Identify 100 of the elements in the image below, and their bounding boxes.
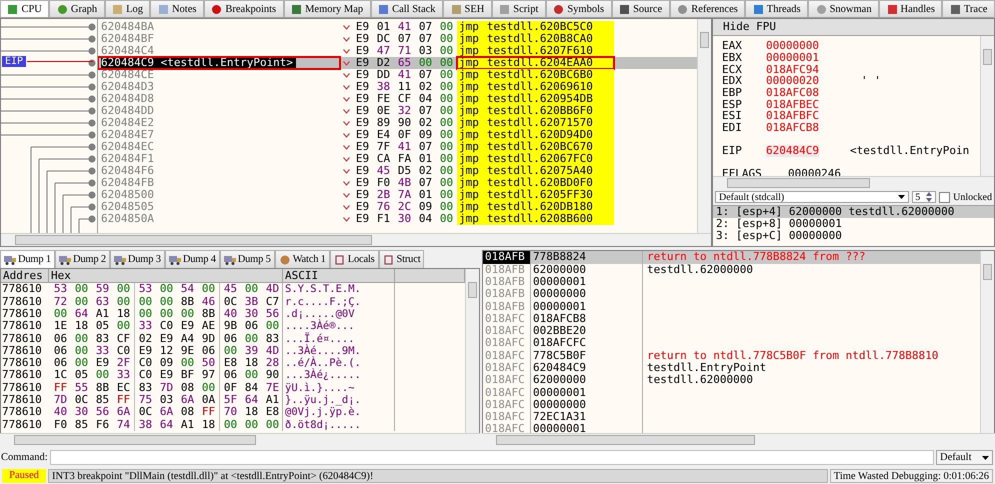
- tab[interactable]: Watch 1: [274, 250, 330, 268]
- register-value[interactable]: 018AFC94: [766, 64, 861, 76]
- vertical-scrollbar[interactable]: [980, 36, 994, 176]
- byte-value: E9: [94, 357, 110, 370]
- instruction-row[interactable]: 620484DD E9 0E 32 07 00 jmp testdll.620BB6F0: [98, 105, 697, 118]
- byte-value: CA: [376, 153, 392, 166]
- register-value[interactable]: 018AFBFC: [766, 110, 861, 122]
- instruction-row[interactable]: 620484CE E9 DD 41 07 00 jmp testdll.620BC6B0: [98, 69, 697, 82]
- horizontal-scrollbar[interactable]: [482, 433, 995, 446]
- instruction-row[interactable]: 620484BA E9 01 41 07 00 jmp testdll.620BC5C0: [98, 21, 697, 34]
- tab[interactable]: Dump 5: [220, 250, 275, 268]
- tab[interactable]: Dump 4: [164, 250, 220, 268]
- instruction-row[interactable]: 620484F6 E9 45 D5 02 00 jmp testdll.62075A40: [98, 165, 697, 178]
- byte-value: 18: [244, 357, 260, 370]
- byte-value: 00: [438, 213, 454, 226]
- byte-value: AE: [198, 320, 220, 333]
- byte-value: 76: [376, 201, 392, 214]
- tab[interactable]: Log: [104, 0, 150, 18]
- byte-value: C7: [264, 296, 280, 308]
- register-comment: <testdll.EntryPoin: [850, 144, 970, 157]
- instruction-row[interactable]: 620484FB E9 F0 4B 07 00 jmp testdll.620BD0F0: [98, 177, 697, 190]
- register-value[interactable]: 018AFCB8: [766, 122, 861, 134]
- instruction-row[interactable]: 620484C9 <testdll.EntryPoint> E9 D2 65 00 00 jmp testdll.6204EAA0: [98, 57, 697, 70]
- byte-value: CF: [113, 332, 135, 345]
- tab[interactable]: Snowman: [808, 0, 880, 18]
- byte-value: 00: [438, 33, 454, 46]
- tab[interactable]: Script: [492, 0, 546, 18]
- horizontal-scrollbar[interactable]: [713, 176, 994, 190]
- tab[interactable]: Breakpoints: [204, 0, 284, 18]
- horizontal-scrollbar[interactable]: [1, 233, 711, 246]
- argument-row[interactable]: 2: [esp+8] 00000001: [713, 218, 994, 230]
- command-input[interactable]: [50, 450, 934, 466]
- tab[interactable]: Trace: [942, 0, 995, 18]
- instruction-row[interactable]: 62048505 E9 76 2C 09 00 jmp testdll.620DB180: [98, 201, 697, 214]
- byte-value: 06: [52, 332, 68, 345]
- instruction-row[interactable]: 620484F1 E9 CA FA 01 00 jmp testdll.62067FC0: [98, 153, 697, 166]
- address-cell[interactable]: 018AFB: [483, 251, 531, 264]
- tab[interactable]: References: [670, 0, 746, 18]
- tab[interactable]: Symbols: [546, 0, 612, 18]
- tab[interactable]: Graph: [49, 0, 105, 18]
- operand: testdll.620B8CA0: [480, 33, 614, 46]
- tab[interactable]: Locals: [330, 250, 379, 268]
- register-value[interactable]: 00000000: [766, 40, 861, 52]
- tab[interactable]: Dump 3: [110, 250, 165, 268]
- tab[interactable]: Notes: [150, 0, 204, 18]
- byte-value: C0: [138, 357, 154, 370]
- column-header[interactable]: Hex: [49, 269, 283, 282]
- column-header[interactable]: Addres: [1, 269, 49, 282]
- calling-convention-dropdown[interactable]: Default (stdcall): [715, 191, 910, 204]
- instruction-row[interactable]: 6204850A E9 F1 30 04 00 jmp testdll.6208B600: [98, 213, 697, 226]
- byte-value: 06: [198, 344, 220, 358]
- horizontal-scrollbar[interactable]: [0, 433, 480, 446]
- instruction-row[interactable]: 620484D8 E9 FE CF 04 00 jmp testdll.620954DB: [98, 93, 697, 106]
- tab[interactable]: Memory Map: [284, 0, 371, 18]
- tab[interactable]: Call Stack: [370, 0, 444, 18]
- register-value[interactable]: 00000020: [766, 75, 861, 88]
- unlocked-checkbox[interactable]: Unlocked: [939, 192, 992, 203]
- instruction-row[interactable]: 620484D3 E9 38 11 02 00 jmp testdll.62069610: [98, 81, 697, 94]
- vertical-scrollbar[interactable]: [697, 19, 711, 234]
- byte-value: 40: [222, 308, 238, 320]
- byte-value: 0C: [74, 394, 90, 406]
- argument-row[interactable]: 3: [esp+C] 00000000: [713, 230, 994, 242]
- tab[interactable]: SEH: [443, 0, 492, 18]
- stack-value: 00000000: [531, 398, 643, 412]
- byte-value: E9: [354, 45, 370, 58]
- register-value[interactable]: 018AFBEC: [766, 98, 861, 110]
- tab[interactable]: Source: [612, 0, 670, 18]
- byte-value: 41: [396, 69, 412, 82]
- instruction-row[interactable]: 620484E2 E9 89 90 02 00 jmp testdll.62071570: [98, 117, 697, 130]
- register-value[interactable]: 018AFC08: [766, 87, 861, 99]
- address-cell-text: 620484F6: [101, 165, 155, 178]
- tab[interactable]: Dump 1: [0, 250, 55, 268]
- tab[interactable]: Threads: [745, 0, 808, 18]
- tab[interactable]: Struct: [378, 250, 424, 268]
- argument-row[interactable]: 1: [esp+4] 62000000 testdll.62000000: [713, 206, 994, 218]
- register-value[interactable]: 00000246: [788, 168, 883, 176]
- byte-value: 4D: [264, 344, 280, 358]
- byte-value: 00: [52, 308, 68, 320]
- instruction-row[interactable]: 620484C4 E9 47 71 03 00 jmp testdll.6207F610: [98, 45, 697, 58]
- byte-value: 02: [418, 165, 434, 178]
- tab[interactable]: CPU: [0, 0, 50, 18]
- byte-value: 7D: [158, 382, 174, 394]
- instruction-row[interactable]: 620484BF E9 DC 07 07 00 jmp testdll.620B8CA0: [98, 33, 697, 46]
- instruction-row[interactable]: 62048500 E9 2B 7A 01 00 jmp testdll.6205FF30: [98, 189, 697, 202]
- byte-value: 00: [438, 141, 454, 154]
- instruction-row[interactable]: 620484EC E9 7F 41 07 00 jmp testdll.620BC670: [98, 141, 697, 154]
- vertical-scrollbar[interactable]: [465, 269, 479, 434]
- vertical-scrollbar[interactable]: [980, 251, 994, 434]
- argument-count-spinbox[interactable]: 5: [912, 191, 936, 204]
- hide-fpu-button[interactable]: Hide FPU: [713, 19, 994, 36]
- tab[interactable]: Dump 2: [54, 250, 110, 268]
- mode-dropdown[interactable]: Default: [936, 450, 993, 466]
- column-header[interactable]: ASCII: [283, 269, 395, 282]
- tab[interactable]: Handles: [879, 0, 942, 18]
- register-value[interactable]: 00000001: [766, 52, 861, 64]
- byte-value: E9: [354, 57, 370, 70]
- address-cell-text: 778610: [1, 308, 43, 320]
- byte-value: FE: [376, 93, 392, 106]
- instruction-row[interactable]: 620484E7 E9 E4 0F 09 00 jmp testdll.620D94D0: [98, 129, 697, 142]
- byte-value: 54: [180, 283, 196, 296]
